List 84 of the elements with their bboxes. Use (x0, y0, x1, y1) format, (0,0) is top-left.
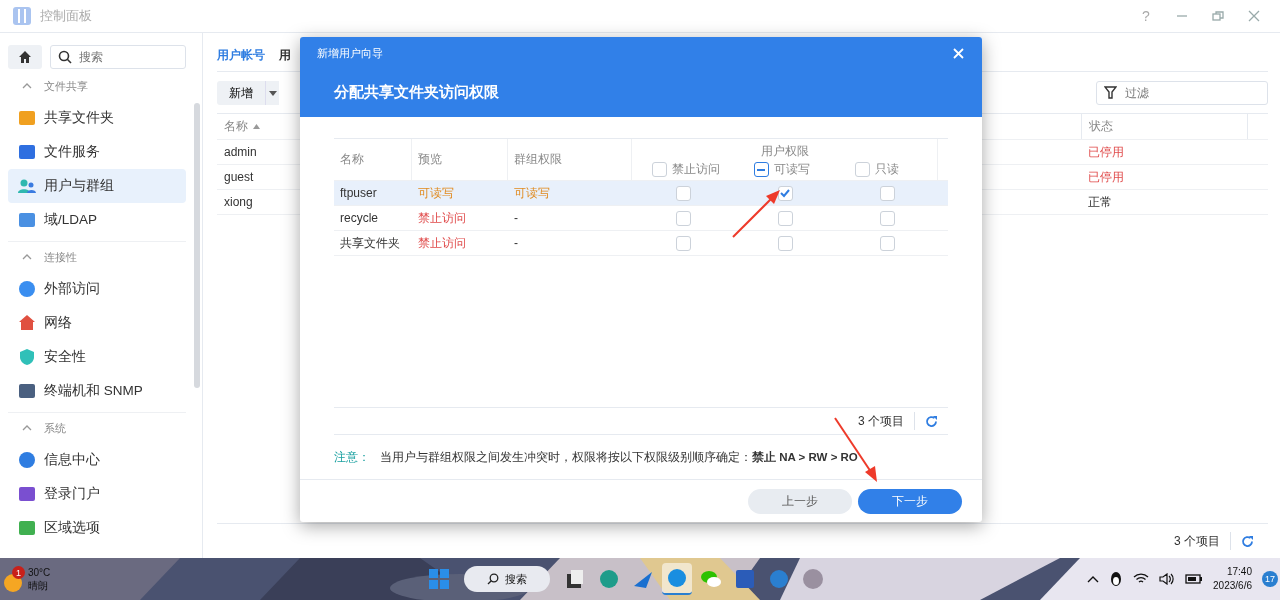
note-label: 注意： (334, 449, 370, 465)
restore-icon[interactable] (1212, 10, 1224, 22)
sidebar-item[interactable]: 用户与群组 (8, 169, 186, 203)
tab[interactable]: 用 (279, 40, 291, 64)
filter-icon (1104, 86, 1117, 99)
checkbox[interactable] (753, 162, 769, 177)
search-icon (487, 573, 499, 585)
windows-icon (428, 568, 450, 590)
house-icon (18, 314, 36, 332)
volume-icon[interactable] (1159, 573, 1176, 585)
sort-icon (253, 124, 260, 129)
column-header: 群组权限 (514, 151, 562, 168)
battery-icon[interactable] (1185, 573, 1204, 585)
table-cell: 禁止访问 (418, 234, 466, 252)
close-icon[interactable] (1248, 10, 1260, 22)
chat-icon (700, 568, 722, 590)
dialog-caption: 新增用户向导 (317, 45, 383, 61)
table-cell: - (514, 211, 518, 225)
tab[interactable]: 用户帐号 (217, 40, 265, 64)
wifi-icon[interactable] (1133, 573, 1150, 585)
column-header[interactable]: 名称 (224, 118, 248, 135)
item-count: 3 个项目 (858, 412, 904, 430)
chevron-icon[interactable] (1087, 575, 1100, 583)
refresh-icon[interactable] (925, 414, 938, 428)
home-button[interactable] (8, 45, 42, 69)
table-cell: guest (224, 170, 254, 184)
table-cell: 禁止访问 (418, 209, 466, 227)
refresh-icon[interactable] (1241, 534, 1254, 548)
column-header: 名称 (340, 151, 364, 168)
column-header: 禁止访问 (672, 162, 720, 177)
section-title: 系统 (44, 420, 66, 436)
column-header: 只读 (875, 162, 900, 177)
check-icon (779, 187, 791, 199)
sidebar-item[interactable]: 外部访问 (8, 272, 186, 306)
column-header: 预览 (418, 151, 442, 168)
sidebar-item[interactable]: 终端机和 SNMP (8, 374, 186, 408)
table-cell: 可读写 (514, 184, 550, 202)
column-header[interactable]: 状态 (1081, 114, 1248, 139)
penguin-icon[interactable] (1109, 571, 1124, 587)
sidebar-item[interactable]: 区域选项 (8, 511, 186, 545)
sidebar-item[interactable]: 共享文件夹 (8, 101, 186, 135)
table-cell: 已停用 (1088, 169, 1124, 184)
files-icon (564, 568, 586, 590)
section-title: 文件共享 (44, 78, 88, 94)
sidebar-item[interactable]: 文件服务 (8, 135, 186, 169)
next-button[interactable]: 下一步 (858, 488, 962, 514)
sidebar-item[interactable]: 登录门户 (8, 477, 186, 511)
section-title: 连接性 (44, 249, 77, 265)
table-cell: 已停用 (1088, 144, 1124, 159)
annotation-arrow (732, 190, 780, 238)
filter-field[interactable]: 过滤 (1096, 81, 1268, 105)
search-icon (58, 50, 72, 64)
home-icon (18, 50, 32, 64)
search-button[interactable]: 搜索 (464, 566, 550, 592)
column-group-header: 用户权限 (760, 144, 809, 159)
note-text: 当用户与群组权限之间发生冲突时，权限将按以下权限级别顺序确定：禁止 NA > RW > RO (380, 449, 858, 465)
table-cell: recycle (340, 211, 378, 225)
sidebar-item[interactable]: 域/LDAP (8, 203, 186, 237)
table-cell: xiong (224, 195, 253, 209)
table-cell: - (514, 236, 518, 250)
search-field[interactable]: 搜索 (50, 45, 186, 69)
dialog-heading: 分配共享文件夹访问权限 (334, 83, 500, 102)
table-cell: 正常 (1088, 194, 1112, 209)
dropdown-button[interactable] (265, 81, 279, 105)
create-button[interactable]: 新增 (217, 81, 265, 105)
sidebar-item[interactable]: 安全性 (8, 340, 186, 374)
table-cell: 共享文件夹 (340, 234, 400, 252)
table-cell: 可读写 (418, 184, 454, 202)
item-count: 3 个项目 (1174, 532, 1220, 550)
sidebar-item[interactable]: 网络 (8, 306, 186, 340)
sidebar-item[interactable]: 信息中心 (8, 443, 186, 477)
app-logo-icon (12, 6, 32, 26)
scrollbar[interactable] (194, 103, 200, 388)
shield-icon (18, 348, 36, 366)
column-header: 可读写 (773, 162, 810, 177)
caret-icon (268, 90, 277, 96)
users-icon (18, 177, 36, 195)
back-button[interactable]: 上一步 (748, 488, 852, 514)
weather-condition: 晴朗 (28, 579, 49, 592)
temperature: 30°C (28, 566, 51, 579)
clock[interactable]: 17:40 2023/6/6 (1213, 565, 1252, 593)
table-cell: admin (224, 145, 257, 159)
table-cell: ftpuser (340, 186, 377, 200)
window-title: 控制面板 (40, 7, 92, 25)
